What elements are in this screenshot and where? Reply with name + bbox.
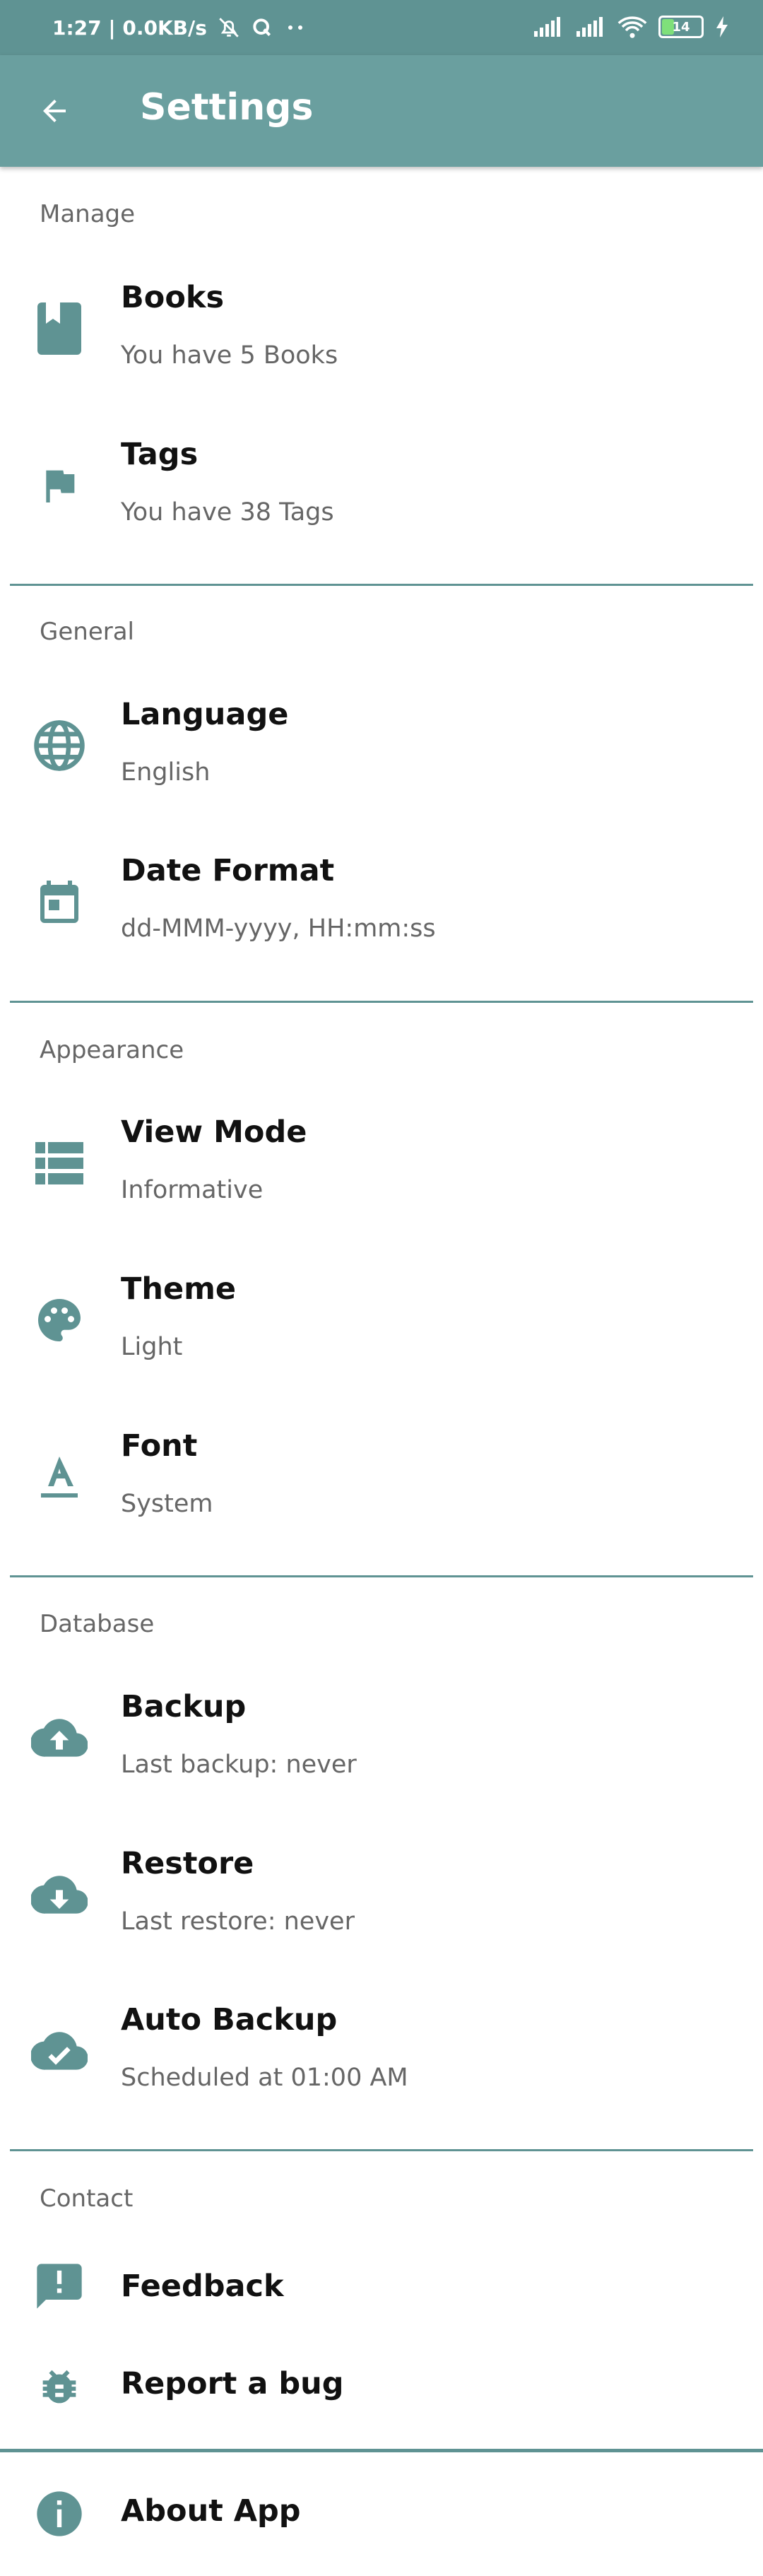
settings-item-theme[interactable]: Theme Light: [0, 1250, 763, 1384]
item-label: Backup: [121, 1689, 247, 1724]
calendar-icon: [31, 874, 88, 930]
status-time-speed: 1:27 | 0.0KB/s: [52, 16, 207, 40]
section-divider: [10, 1001, 753, 1003]
settings-item-view-mode[interactable]: View Mode Informative: [0, 1093, 763, 1228]
cloud-done-icon: [31, 2023, 88, 2079]
section-divider: [10, 1575, 753, 1577]
section-title-database: Database: [40, 1610, 155, 1638]
settings-item-auto-backup[interactable]: Auto Backup Scheduled at 01:00 AM: [0, 1981, 763, 2115]
feedback-icon: [31, 2258, 88, 2315]
signal-icon: [534, 17, 560, 37]
item-label: Auto Backup: [121, 2002, 338, 2037]
settings-item-about[interactable]: About App: [0, 2459, 763, 2565]
item-label: Feedback: [121, 2269, 284, 2304]
settings-item-language[interactable]: Language English: [0, 676, 763, 810]
more-dots-icon: [288, 25, 302, 30]
info-icon: [31, 2486, 88, 2542]
flag-icon: [31, 457, 88, 514]
item-label: View Mode: [121, 1114, 307, 1150]
settings-item-feedback[interactable]: Feedback: [0, 2233, 763, 2339]
item-label: Language: [121, 697, 289, 732]
bug-icon: [31, 2360, 88, 2417]
palette-icon: [31, 1292, 88, 1348]
signal-icon-2: [576, 17, 603, 37]
list-view-icon: [31, 1135, 88, 1192]
settings-item-books[interactable]: Books You have 5 Books: [0, 259, 763, 393]
section-title-manage: Manage: [40, 200, 136, 228]
status-bar: 1:27 | 0.0KB/s 14: [0, 0, 763, 55]
globe-icon: [31, 717, 88, 774]
item-label: Books: [121, 280, 225, 315]
back-button[interactable]: [31, 88, 78, 134]
q-icon: [253, 18, 271, 37]
item-subtitle: Scheduled at 01:00 AM: [121, 2064, 408, 2092]
item-subtitle: Informative: [121, 1176, 264, 1204]
settings-item-restore[interactable]: Restore Last restore: never: [0, 1825, 763, 1959]
item-subtitle: Last restore: never: [121, 1907, 355, 1936]
cloud-download-icon: [31, 1866, 88, 1923]
item-label: About App: [121, 2493, 301, 2529]
item-subtitle: You have 5 Books: [121, 341, 338, 370]
item-label: Theme: [121, 1271, 237, 1307]
section-divider: [10, 584, 753, 586]
item-subtitle: English: [121, 758, 211, 787]
section-title-general: General: [40, 618, 134, 646]
item-subtitle: Last backup: never: [121, 1751, 357, 1779]
book-icon: [31, 300, 88, 357]
item-label: Tags: [121, 437, 199, 472]
bottom-divider: [0, 2449, 763, 2452]
charging-icon: [716, 16, 728, 37]
item-subtitle: You have 38 Tags: [121, 498, 334, 527]
item-subtitle: System: [121, 1490, 213, 1518]
item-subtitle: Light: [121, 1333, 183, 1361]
settings-item-backup[interactable]: Backup Last backup: never: [0, 1668, 763, 1802]
cloud-upload-icon: [31, 1710, 88, 1766]
wifi-icon: [617, 16, 647, 38]
settings-item-date-format[interactable]: Date Format dd-MMM-yyyy, HH:mm:ss: [0, 832, 763, 966]
item-label: Report a bug: [121, 2366, 344, 2401]
section-divider: [10, 2149, 753, 2151]
item-subtitle: dd-MMM-yyyy, HH:mm:ss: [121, 914, 436, 943]
app-bar: Settings: [0, 55, 763, 167]
item-label: Restore: [121, 1846, 254, 1881]
section-title-appearance: Appearance: [40, 1036, 184, 1064]
item-label: Date Format: [121, 853, 335, 888]
section-title-contact: Contact: [40, 2184, 134, 2213]
page-title: Settings: [140, 86, 314, 129]
settings-item-report-bug[interactable]: Report a bug: [0, 2339, 763, 2438]
battery-indicator: 14: [658, 16, 704, 38]
settings-item-tags[interactable]: Tags You have 38 Tags: [0, 416, 763, 550]
bell-off-icon: [219, 18, 239, 37]
arrow-back-icon: [43, 100, 66, 122]
item-label: Font: [121, 1428, 198, 1464]
settings-item-font[interactable]: Font System: [0, 1407, 763, 1541]
text-format-icon: [31, 1449, 88, 1505]
